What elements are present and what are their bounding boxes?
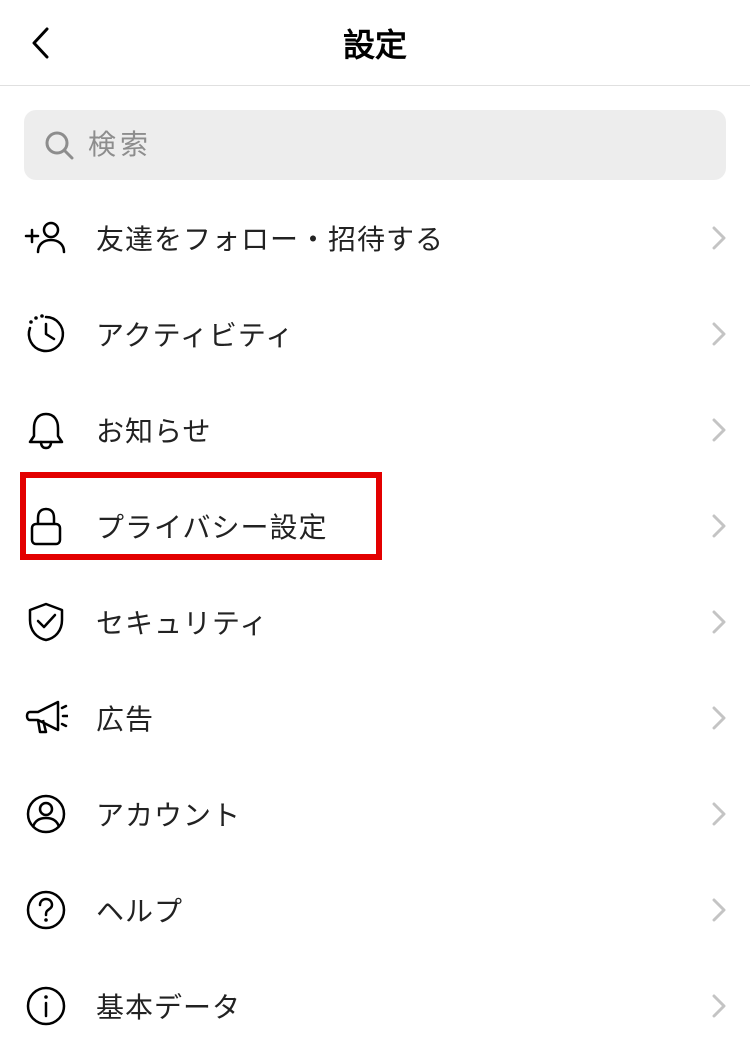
menu-item-about[interactable]: 基本データ (24, 958, 726, 1054)
menu-item-help[interactable]: ヘルプ (24, 862, 726, 958)
add-friend-icon (24, 216, 68, 260)
person-circle-icon (24, 792, 68, 836)
menu-label: プライバシー設定 (96, 506, 684, 546)
lock-icon (24, 504, 68, 548)
content: 友達をフォロー・招待する アクティビティ (0, 110, 750, 1054)
megaphone-icon (24, 696, 68, 740)
menu-label: 友達をフォロー・招待する (96, 218, 684, 258)
bell-icon (24, 408, 68, 452)
menu-item-ads[interactable]: 広告 (24, 670, 726, 766)
menu-label: セキュリティ (96, 602, 684, 642)
chevron-right-icon (712, 226, 726, 250)
chevron-right-icon (712, 994, 726, 1018)
menu-label: アカウント (96, 794, 684, 834)
chevron-right-icon (712, 802, 726, 826)
menu-label: アクティビティ (96, 314, 684, 354)
shield-icon (24, 600, 68, 644)
chevron-right-icon (712, 418, 726, 442)
back-button[interactable] (20, 23, 60, 63)
info-icon (24, 984, 68, 1028)
search-icon (44, 130, 74, 160)
chevron-left-icon (31, 27, 49, 59)
header: 設定 (0, 0, 750, 86)
chevron-right-icon (712, 706, 726, 730)
question-icon (24, 888, 68, 932)
menu-label: お知らせ (96, 410, 684, 450)
chevron-right-icon (712, 898, 726, 922)
menu-item-privacy[interactable]: プライバシー設定 (24, 478, 726, 574)
menu-label: ヘルプ (96, 890, 684, 930)
search-input[interactable] (88, 129, 706, 161)
menu-item-activity[interactable]: アクティビティ (24, 286, 726, 382)
menu-item-notifications[interactable]: お知らせ (24, 382, 726, 478)
menu-label: 広告 (96, 698, 684, 738)
menu-item-follow-invite[interactable]: 友達をフォロー・招待する (24, 190, 726, 286)
page-title: 設定 (343, 20, 407, 66)
menu-item-account[interactable]: アカウント (24, 766, 726, 862)
activity-icon (24, 312, 68, 356)
chevron-right-icon (712, 514, 726, 538)
chevron-right-icon (712, 322, 726, 346)
chevron-right-icon (712, 610, 726, 634)
menu-label: 基本データ (96, 986, 684, 1026)
menu-list: 友達をフォロー・招待する アクティビティ (24, 190, 726, 1054)
search-box[interactable] (24, 110, 726, 180)
menu-item-security[interactable]: セキュリティ (24, 574, 726, 670)
